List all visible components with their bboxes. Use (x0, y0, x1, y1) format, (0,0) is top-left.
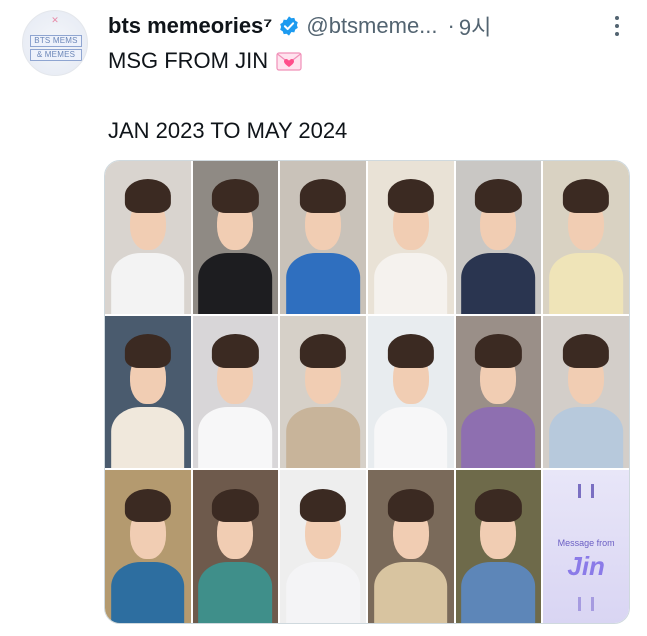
photo-figure-hair (124, 333, 171, 368)
photo-figure-body (373, 252, 448, 314)
photo-figure-hair (563, 179, 610, 213)
photo-tile[interactable] (192, 470, 279, 623)
message-card-title: Jin (567, 550, 605, 581)
tweet-text-msg: MSG FROM JIN (108, 48, 269, 73)
photo-figure-hair (300, 333, 347, 368)
photo-figure-body (286, 407, 360, 469)
photo-figure-body (111, 407, 185, 469)
photo-tile[interactable] (280, 470, 366, 623)
photo-figure-hair (387, 333, 434, 368)
photo-figure-hair (563, 333, 610, 368)
photo-figure-hair (387, 488, 434, 523)
photo-figure-hair (387, 179, 434, 213)
photo-tile[interactable] (192, 315, 279, 469)
photo-tile[interactable] (367, 470, 454, 623)
tweet-text-line-2: JAN 2023 TO MAY 2024 (108, 118, 348, 143)
photo-figure-hair (475, 488, 522, 523)
photo-figure-body (549, 407, 623, 469)
photo-figure-hair (212, 488, 259, 523)
photo-figure-body (461, 252, 536, 314)
photo-figure-body (111, 252, 185, 314)
user-handle[interactable]: @btsmeme... (306, 13, 437, 39)
bts-logo-footer-icon (578, 597, 595, 611)
photo-figure-body (198, 561, 273, 623)
photo-tile[interactable] (367, 315, 454, 469)
photo-figure-hair (124, 488, 171, 523)
photo-figure-hair (212, 179, 259, 213)
photo-figure-hair (212, 333, 259, 368)
avatar-text-line-2: & MEMES (30, 49, 82, 61)
photo-tile[interactable] (543, 315, 629, 469)
bts-logo-icon (578, 484, 595, 499)
photo-figure-body (286, 561, 360, 623)
photo-figure-body (373, 407, 448, 469)
photo-figure-body (198, 407, 273, 469)
photo-figure-body (198, 252, 273, 314)
photo-tile[interactable] (192, 161, 279, 314)
avatar[interactable]: ✕ BTS MEMS & MEMES (22, 10, 88, 76)
photo-figure-body (549, 252, 623, 314)
photo-figure-hair (300, 488, 347, 523)
avatar-x-decoration: ✕ (51, 15, 59, 25)
photo-tile[interactable] (105, 315, 191, 469)
photo-tile[interactable] (280, 315, 366, 469)
photo-tile[interactable] (455, 161, 542, 314)
photo-figure-body (286, 252, 360, 314)
avatar-text-line-1: BTS MEMS (30, 35, 82, 47)
photo-tile[interactable] (280, 161, 366, 314)
photo-figure-body (461, 407, 536, 469)
photo-tile[interactable] (455, 315, 542, 469)
photo-tile[interactable] (543, 161, 629, 314)
photo-figure-hair (475, 179, 522, 213)
message-from-jin-card[interactable]: Message from Jin (543, 470, 629, 623)
display-name[interactable]: bts memeories⁷ (108, 13, 272, 39)
tweet-header: bts memeories⁷ @btsmeme... · 9시 (108, 11, 639, 41)
photo-figure-hair (475, 333, 522, 368)
media-grid[interactable]: Message from Jin (104, 160, 630, 624)
timestamp[interactable]: 9시 (459, 10, 491, 42)
photo-tile[interactable] (105, 470, 191, 623)
photo-figure-body (461, 561, 536, 623)
photo-figure-body (111, 561, 185, 623)
heart-letter-emoji-icon (276, 50, 302, 72)
photo-tile[interactable] (455, 470, 542, 623)
photo-figure-hair (124, 179, 171, 213)
more-options-icon[interactable] (611, 12, 623, 40)
photo-figure-hair (300, 179, 347, 213)
tweet-text-line-1: MSG FROM JIN (108, 48, 302, 74)
photo-tile[interactable] (105, 161, 191, 314)
separator-dot: · (447, 13, 455, 38)
message-card-label: Message from (557, 537, 615, 548)
photo-figure-body (373, 561, 448, 623)
verified-badge-icon (278, 15, 300, 37)
photo-tile[interactable] (367, 161, 454, 314)
